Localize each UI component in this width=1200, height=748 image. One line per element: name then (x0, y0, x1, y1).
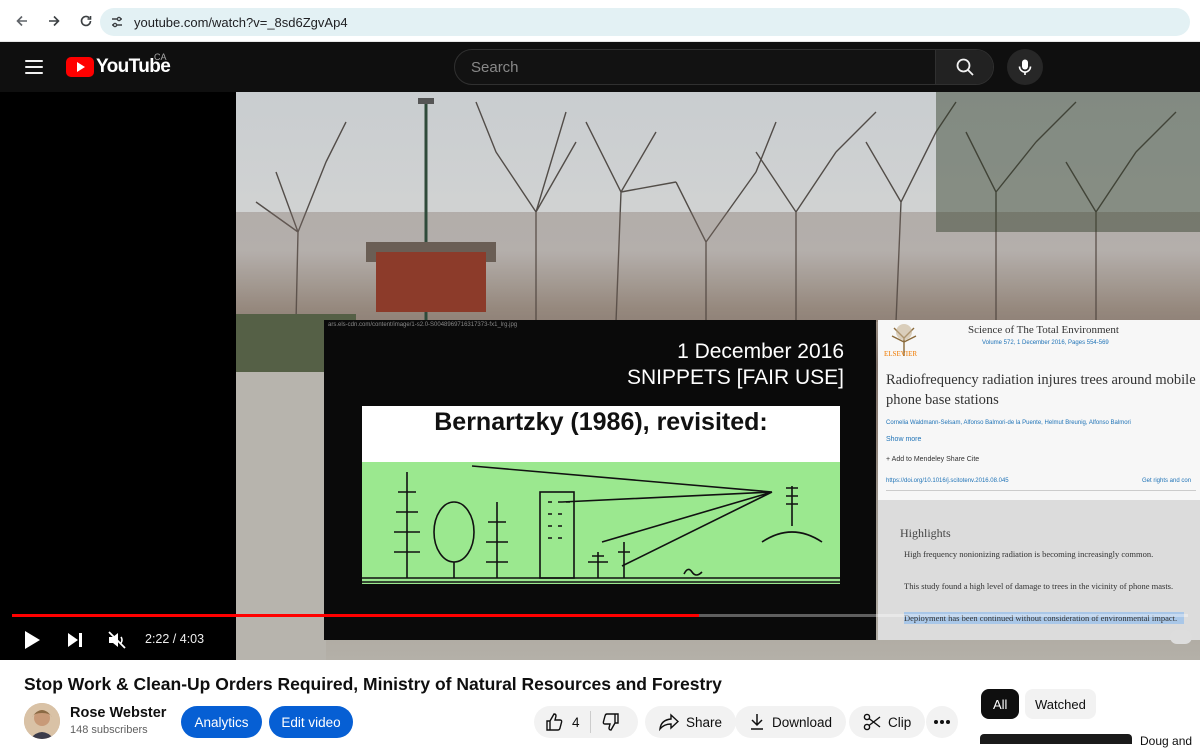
download-icon (751, 714, 763, 730)
youtube-masthead: YouTube CA (0, 42, 1200, 92)
next-button[interactable] (59, 624, 91, 656)
next-track-icon (68, 633, 82, 647)
more-actions-button[interactable] (926, 706, 958, 738)
recommended-video-title[interactable]: Doug and (1140, 734, 1192, 748)
video-title: Stop Work & Clean-Up Orders Required, Mi… (24, 674, 722, 694)
forward-icon[interactable] (40, 7, 68, 35)
scissors-icon (863, 713, 881, 731)
chip-watched[interactable]: Watched (1025, 689, 1096, 719)
thumbs-down-icon (602, 713, 619, 731)
clip-button[interactable]: Clip (849, 706, 926, 738)
reload-icon[interactable] (72, 7, 100, 35)
paper-title: Radiofrequency radiation injures trees a… (886, 372, 1196, 408)
back-icon[interactable] (8, 7, 36, 35)
download-label: Download (772, 714, 833, 730)
recommended-video-thumbnail[interactable] (980, 734, 1132, 744)
journal-volume: Volume 572, 1 December 2016, Pages 554-5… (982, 340, 1109, 346)
search-input[interactable] (455, 50, 935, 84)
avatar[interactable] (24, 703, 60, 739)
brick-house (376, 252, 486, 312)
play-icon (25, 631, 40, 649)
search-icon (956, 58, 974, 76)
share-label: Share (686, 714, 723, 730)
muted-volume-icon (108, 631, 126, 649)
address-bar[interactable]: youtube.com/watch?v=_8sd6ZgvAp4 (100, 8, 1190, 36)
show-more-link: Show more (886, 436, 922, 443)
subscriber-count: 148 subscribers (70, 724, 148, 736)
microphone-icon (1018, 59, 1032, 75)
slide-panel: ars.els-cdn.com/content/image/1-s2.0-S00… (324, 320, 876, 640)
paper-doi: https://doi.org/10.1016/j.scitotenv.2016… (886, 478, 1009, 484)
thumbs-up-icon (546, 713, 563, 731)
dislike-button[interactable] (591, 706, 631, 738)
tree-radiation-drawing (362, 462, 840, 584)
slide-url: ars.els-cdn.com/content/image/1-s2.0-S00… (328, 322, 518, 328)
region-code: CA (154, 52, 167, 62)
publisher-name: ELSEVIER (884, 350, 918, 358)
time-display: 2:22 / 4:03 (145, 632, 205, 646)
paper-screenshot: ELSEVIER Science of The Total Environmen… (878, 320, 1200, 640)
slide-date: 1 December 2016 (677, 340, 844, 363)
edit-video-button[interactable]: Edit video (269, 706, 353, 738)
rights-link: Get rights and con (1142, 478, 1192, 484)
slide-caption: Bernartzky (1986), revisited: (434, 408, 768, 436)
video-player[interactable]: ars.els-cdn.com/content/image/1-s2.0-S00… (0, 92, 1200, 660)
url-text: youtube.com/watch?v=_8sd6ZgvAp4 (134, 14, 348, 30)
video-frame: ars.els-cdn.com/content/image/1-s2.0-S00… (236, 92, 1200, 660)
share-button[interactable]: Share (645, 706, 737, 738)
highlights-title: Highlights (900, 526, 951, 540)
channel-name[interactable]: Rose Webster (70, 705, 166, 721)
divider (886, 490, 1196, 491)
mute-button[interactable] (101, 624, 133, 656)
search-box (454, 49, 994, 85)
play-button[interactable] (16, 624, 48, 656)
slide-caption-box: Bernartzky (1986), revisited: (362, 406, 840, 462)
player-controls: 2:22 / 4:03 (0, 622, 1200, 658)
paper-authors: Cornelia Waldmann-Selsam, Alfonso Balmor… (886, 420, 1131, 426)
slide-snippets-label: SNIPPETS [FAIR USE] (626, 366, 844, 389)
youtube-logo[interactable]: YouTube CA (66, 52, 171, 78)
more-horizontal-icon (934, 720, 950, 724)
download-button[interactable]: Download (735, 706, 847, 738)
like-count: 4 (572, 714, 580, 730)
paper-actions: + Add to Mendeley Share Cite (886, 456, 980, 463)
share-icon (659, 713, 679, 731)
chip-all[interactable]: All (981, 689, 1020, 719)
journal-name: Science of The Total Environment (968, 324, 1119, 336)
highlight-bullet: This study found a high level of damage … (904, 581, 1174, 591)
like-button[interactable]: 4 (534, 706, 590, 738)
clip-label: Clip (888, 714, 912, 730)
voice-search-button[interactable] (1007, 49, 1043, 85)
site-settings-icon[interactable] (108, 13, 126, 31)
browser-toolbar: youtube.com/watch?v=_8sd6ZgvAp4 (0, 0, 1200, 42)
search-button[interactable] (935, 50, 993, 84)
highlight-bullet: High frequency nonionizing radiation is … (904, 549, 1154, 559)
progress-bar-played (12, 614, 699, 617)
youtube-play-logo-icon (66, 57, 94, 77)
analytics-button[interactable]: Analytics (181, 706, 262, 738)
like-dislike-group: 4 (534, 706, 638, 738)
progress-bar[interactable] (12, 614, 1188, 617)
menu-icon[interactable] (20, 54, 48, 80)
